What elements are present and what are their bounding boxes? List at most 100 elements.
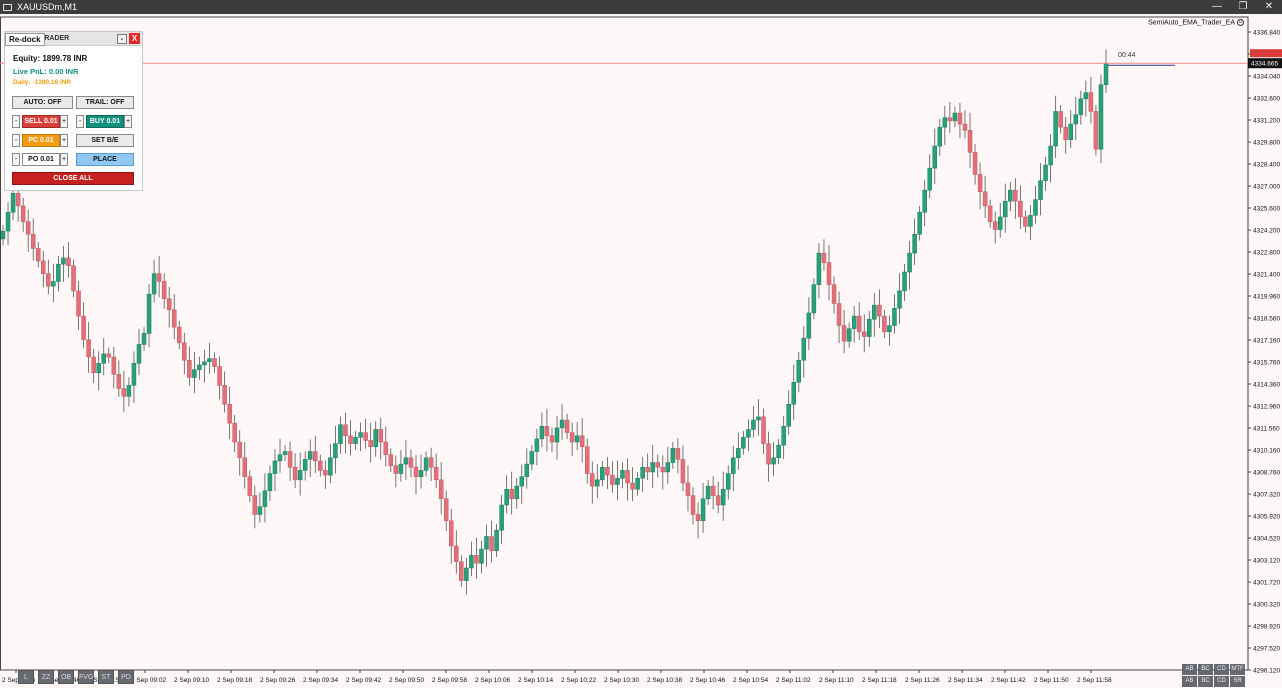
rtool-cd-2[interactable]: CD <box>1214 676 1229 687</box>
candle-body <box>76 290 81 317</box>
candle-body <box>625 470 630 484</box>
candle-body <box>892 307 897 326</box>
candle-body <box>428 457 434 468</box>
candle-body <box>529 451 535 465</box>
candle-body <box>373 429 378 448</box>
auto-toggle-button[interactable]: AUTO: OFF <box>12 96 73 109</box>
candle-body <box>504 489 509 506</box>
candle-body <box>947 117 953 122</box>
candle-body <box>25 221 31 235</box>
buy-lot-decrease-button[interactable]: - <box>76 115 84 128</box>
panel-close-button[interactable]: X <box>129 33 140 44</box>
price-tick-label: 4329.800 <box>1253 140 1280 147</box>
rtool-cd[interactable]: CD <box>1214 664 1229 675</box>
sell-lot-decrease-button[interactable]: - <box>12 115 20 128</box>
price-tick-label: 4312.960 <box>1253 404 1280 411</box>
candle-body <box>821 252 827 263</box>
candle-body <box>841 325 847 342</box>
po-lot-increase-button[interactable]: + <box>60 153 68 166</box>
candle-body <box>831 284 837 304</box>
candle-body <box>323 470 328 476</box>
candle-body <box>484 536 489 550</box>
price-tick-label: 4311.560 <box>1253 426 1280 433</box>
rtool-bc[interactable]: BC <box>1198 664 1213 675</box>
candle-body <box>509 489 514 499</box>
candle-body <box>685 482 691 496</box>
tool-st[interactable]: ST <box>98 670 114 684</box>
candle-body <box>856 315 862 333</box>
rtool-ab-2[interactable]: AB <box>1182 676 1197 687</box>
set-breakeven-button[interactable]: SET B/E <box>76 134 134 147</box>
tool-pd[interactable]: PD <box>118 670 134 684</box>
tool-ob[interactable]: OB <box>58 670 74 684</box>
candle-body <box>267 473 273 492</box>
close-window-button[interactable]: ✕ <box>1256 0 1282 14</box>
candle-body <box>675 448 681 460</box>
partial-close-button[interactable]: PC 0.01 <box>22 134 60 147</box>
rtool-mtf[interactable]: MTF <box>1230 664 1245 675</box>
time-tick-label: 2 Sep 09:58 <box>432 677 467 684</box>
time-tick-label: 2 Sep 10:22 <box>561 677 596 684</box>
sell-lot-increase-button[interactable]: + <box>60 115 68 128</box>
candle-body <box>232 422 237 443</box>
candle-body <box>801 337 807 361</box>
sell-button[interactable]: SELL 0.01 <box>22 115 60 128</box>
candle-body <box>937 126 943 147</box>
tool-l[interactable]: L <box>18 670 34 684</box>
pc-lot-increase-button[interactable]: + <box>60 134 68 147</box>
buy-button[interactable]: BUY 0.01 <box>86 115 124 128</box>
panel-minimize-button[interactable]: - <box>117 34 127 44</box>
candle-body <box>796 359 802 383</box>
time-tick-label: 2 Sep 11:42 <box>991 677 1026 684</box>
candle-body <box>967 130 973 153</box>
rtool-ab[interactable]: AB <box>1182 664 1197 675</box>
close-all-button[interactable]: CLOSE ALL <box>12 172 134 185</box>
rtool-bc-2[interactable]: BC <box>1198 676 1213 687</box>
price-chart[interactable]: 4336.8404335.4404334.0404332.6004331.200… <box>0 14 1282 688</box>
price-tick-label: 4297.520 <box>1253 646 1280 653</box>
candle-body <box>867 319 872 337</box>
restore-window-button[interactable]: ❐ <box>1230 0 1256 14</box>
pc-lot-decrease-button[interactable]: - <box>12 134 20 147</box>
candle-body <box>81 315 86 340</box>
candle-body <box>494 529 499 551</box>
redock-button[interactable]: Re-dock <box>5 33 45 46</box>
po-lot-decrease-button[interactable]: - <box>12 153 20 166</box>
candle-body <box>650 462 655 473</box>
candle-body <box>474 555 479 564</box>
minimize-window-button[interactable]: — <box>1204 0 1230 14</box>
candle-body <box>449 520 454 547</box>
candle-body <box>977 174 983 192</box>
ea-label: SemiAuto_EMA_Trader_EA ☺ <box>1148 19 1244 27</box>
trail-toggle-button[interactable]: TRAIL: OFF <box>76 96 134 109</box>
time-tick-label: 2 Sep 11:34 <box>948 677 983 684</box>
candle-body <box>146 293 152 334</box>
price-tick-label: 4305.920 <box>1253 514 1280 521</box>
tool-zz[interactable]: ZZ <box>38 670 54 684</box>
candle-body <box>987 205 993 222</box>
candle-body <box>151 273 157 295</box>
buy-lot-increase-button[interactable]: + <box>124 115 132 128</box>
price-tick-label: 4298.920 <box>1253 624 1280 631</box>
candle-body <box>605 466 610 476</box>
candle-body <box>328 457 333 476</box>
candle-body <box>1068 123 1073 141</box>
place-order-button[interactable]: PLACE <box>76 153 134 166</box>
tool-fvg[interactable]: FVG <box>78 670 94 684</box>
price-tick-label: 4328.400 <box>1253 162 1280 169</box>
candle-body <box>46 273 51 287</box>
candle-body <box>806 312 812 339</box>
panel-header[interactable]: SEMI TRADER Re-dock - X <box>5 32 142 46</box>
time-tick-label: 2 Sep 11:10 <box>819 677 854 684</box>
rtool-sr[interactable]: SR <box>1230 676 1245 687</box>
pending-order-button[interactable]: PO 0.01 <box>22 153 60 166</box>
candle-body <box>353 437 358 444</box>
candle-body <box>1053 111 1058 147</box>
candle-body <box>872 304 877 320</box>
candle-body <box>615 478 620 485</box>
candlestick-chart-svg[interactable]: 4336.8404335.4404334.0404332.6004331.200… <box>0 14 1282 688</box>
trader-panel[interactable]: SEMI TRADER Re-dock - X Equity: 1899.78 … <box>4 31 143 191</box>
candle-body <box>519 476 525 487</box>
candle-body <box>116 374 122 389</box>
candle-body <box>942 117 948 128</box>
